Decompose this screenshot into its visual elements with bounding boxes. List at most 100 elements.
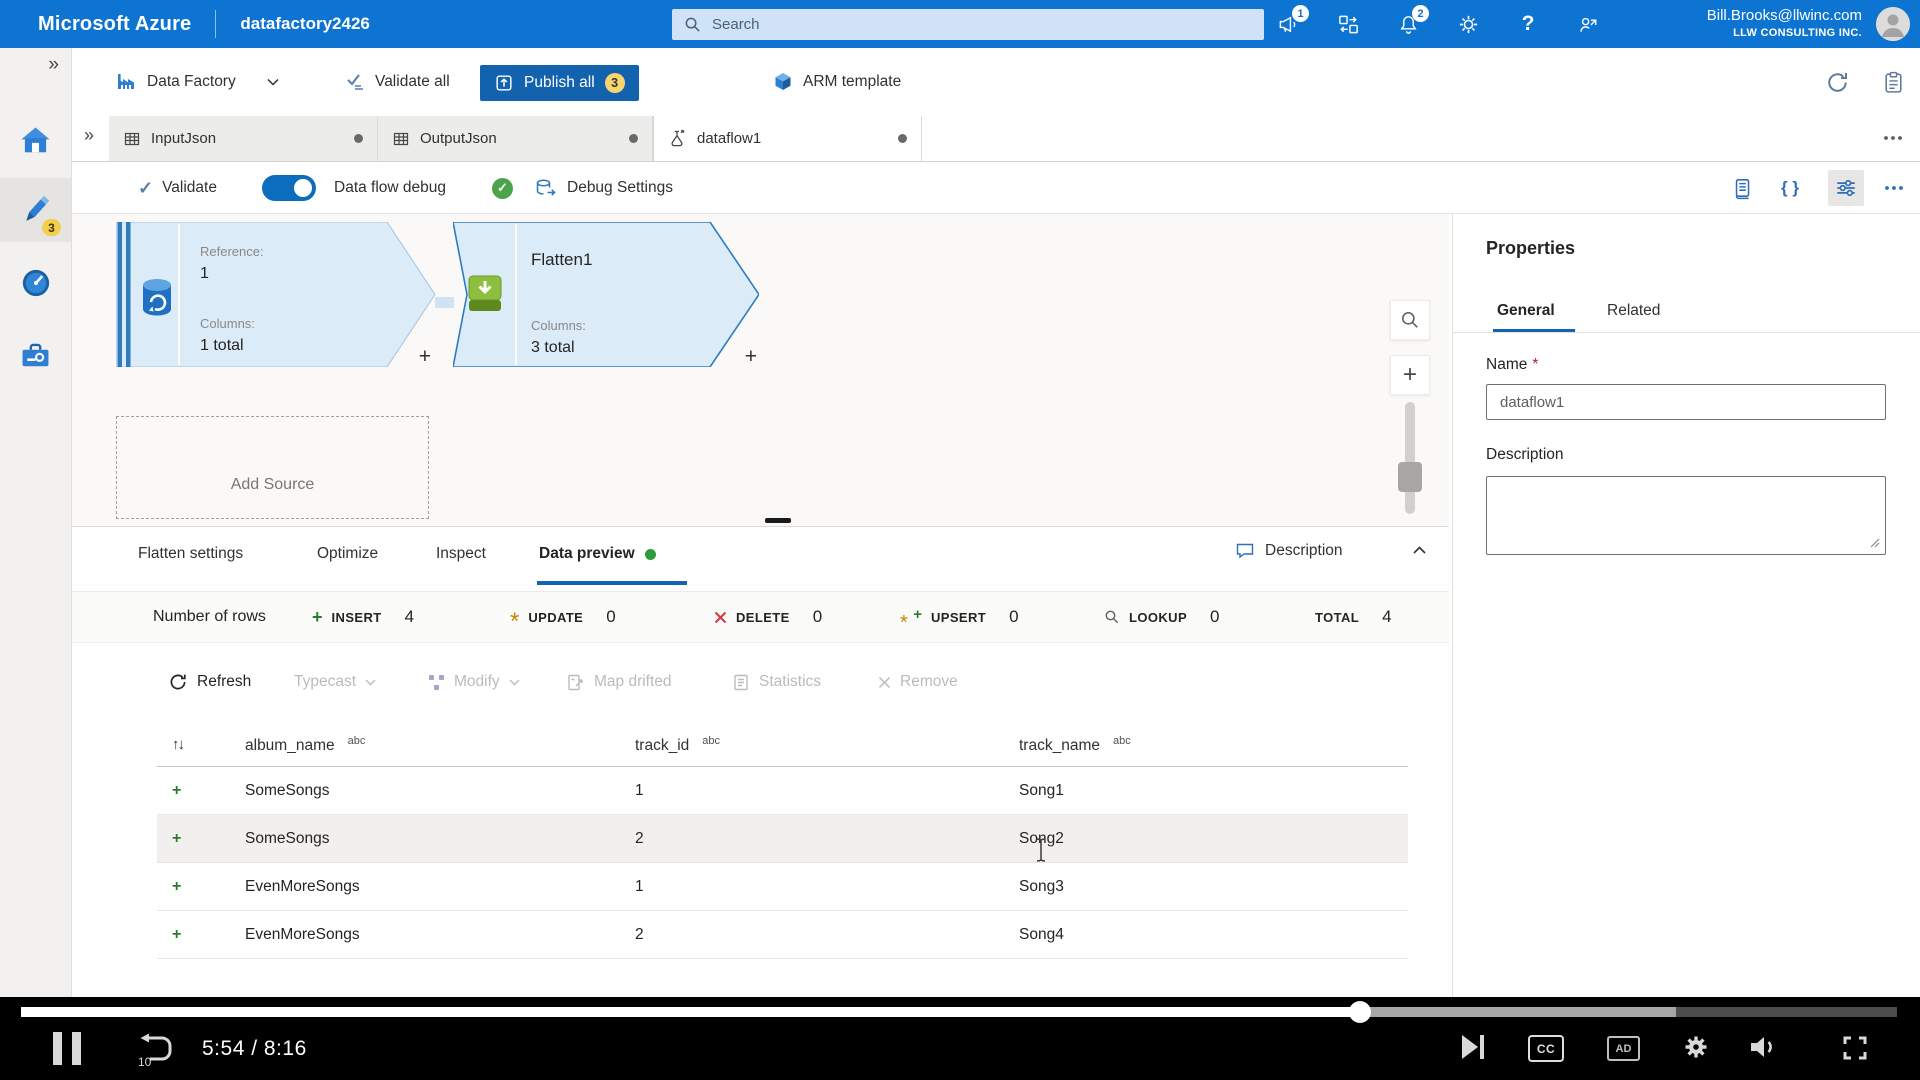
progress-handle[interactable] [1349,1001,1371,1023]
sliders-icon [1834,176,1858,200]
flatten-node[interactable]: Flatten1 Columns: 3 total + [453,222,759,367]
debug-settings-label: Debug Settings [567,179,673,197]
column-header[interactable]: track_id [635,737,689,754]
pause-button[interactable] [53,1032,81,1065]
factory-menu[interactable]: Data Factory [114,48,279,116]
dataset-table-icon [123,130,141,148]
description-button[interactable]: Description [1235,541,1343,560]
remove-x-icon [878,676,891,689]
factory-name[interactable]: datafactory2426 [240,14,369,34]
dataflow-debug-toggle[interactable] [262,175,316,201]
nav-manage[interactable] [0,323,71,387]
tab-inspect[interactable]: Inspect [436,545,486,563]
search-input[interactable] [710,15,1230,34]
expand-tabs-icon[interactable]: » [84,125,94,146]
row-stats-bar: Number of rows + INSERT 4 * UPDATE 0 DEL… [72,591,1449,643]
refresh-button[interactable]: Refresh [168,659,251,705]
audio-description-button[interactable]: AD [1607,1036,1640,1061]
name-input[interactable] [1486,384,1886,420]
clipboard-icon [1881,70,1906,95]
publish-icon [494,73,514,93]
tab-general[interactable]: General [1497,302,1555,320]
rows-count-label: Number of rows [153,592,266,642]
account-info[interactable]: Bill.Brooks@llwinc.com LLW CONSULTING IN… [1707,6,1862,40]
nav-author[interactable]: 3 [0,178,71,242]
expand-rail-icon[interactable]: » [48,54,59,76]
textarea-resize-grip[interactable] [1868,536,1880,548]
unsaved-dot-icon [629,134,638,143]
validate-button[interactable]: ✓ Validate [138,162,217,214]
account-org: LLW CONSULTING INC. [1707,26,1862,40]
description-label: Description [1486,446,1564,464]
add-transform-button[interactable]: + [419,345,431,369]
closed-captions-button[interactable]: CC [1528,1035,1564,1062]
table-row[interactable]: + EvenMoreSongs 1 Song3 [157,863,1408,911]
volume-button[interactable] [1748,1032,1780,1062]
avatar[interactable] [1876,7,1910,41]
insert-row-icon: + [172,782,181,799]
script-button[interactable] [1724,170,1760,206]
tab-outputjson[interactable]: OutputJson [378,116,653,161]
tab-related[interactable]: Related [1607,302,1660,320]
typecast-button[interactable]: Typecast [294,659,376,705]
tab-dataflow1[interactable]: dataflow1 [653,116,922,161]
arm-template-button[interactable]: ARM template [772,48,901,116]
video-progress-bar[interactable] [21,1007,1897,1017]
statistics-button[interactable]: Statistics [732,659,821,705]
sort-icon[interactable]: ↑↓ [172,736,183,753]
player-settings-button[interactable] [1682,1033,1710,1061]
debug-settings-button[interactable]: Debug Settings [534,162,673,214]
table-row[interactable]: + EvenMoreSongs 2 Song4 [157,911,1408,959]
canvas-search-button[interactable] [1390,300,1430,340]
zoom-slider[interactable] [1405,402,1415,514]
tab-label: InputJson [151,130,216,147]
cell-track-id: 2 [635,830,1019,848]
guide-button[interactable] [1881,48,1906,116]
panel-resize-grip[interactable] [765,518,791,523]
tab-flatten-settings[interactable]: Flatten settings [138,545,243,563]
tab-optimize[interactable]: Optimize [317,545,378,563]
collapse-panel-button[interactable] [1412,545,1427,555]
remove-button[interactable]: Remove [878,659,958,705]
add-source-dropzone[interactable]: Add Source [116,416,429,519]
table-row[interactable]: + SomeSongs 1 Song1 [157,767,1408,815]
announcements-button[interactable]: 1 [1276,12,1300,36]
global-search[interactable] [672,9,1264,40]
settings-sliders-button[interactable] [1828,170,1864,206]
help-button[interactable]: ? [1516,12,1540,36]
zoom-slider-handle[interactable] [1398,462,1422,492]
table-row[interactable]: + SomeSongs 2 Song2 [157,815,1408,863]
more-tabs-button[interactable] [1882,131,1904,145]
zoom-in-button[interactable]: + [1390,355,1430,395]
refresh-factory-button[interactable] [1825,48,1850,116]
next-video-button[interactable] [1460,1032,1486,1062]
rewind-10-button[interactable]: 10 [136,1033,174,1069]
column-header[interactable]: album_name [245,737,335,754]
modify-button[interactable]: Modify [428,659,520,705]
progress-played [21,1007,1360,1017]
source-node[interactable]: Reference: 1 Columns: 1 total + [116,222,435,367]
feedback-button[interactable] [1576,12,1600,36]
check-icon: ✓ [138,178,153,199]
script-icon [1730,176,1754,200]
column-header[interactable]: track_name [1019,737,1100,754]
notifications-button[interactable]: 2 [1396,12,1420,36]
nav-home[interactable] [0,108,71,172]
settings-button[interactable] [1456,12,1480,36]
tab-data-preview[interactable]: Data preview [539,545,656,563]
map-drifted-button[interactable]: Map drifted [566,659,672,705]
code-button[interactable]: { } [1772,170,1808,206]
command-bar: Data Factory Validate all Publish all 3 … [72,48,1920,116]
publish-all-button[interactable]: Publish all 3 [480,65,639,101]
directory-switch-button[interactable] [1336,12,1360,36]
tab-inputjson[interactable]: InputJson [109,116,378,161]
description-textarea[interactable] [1486,476,1886,555]
add-transform-button[interactable]: + [745,345,757,369]
validate-all-button[interactable]: Validate all [344,48,450,116]
more-options-button[interactable] [1876,170,1912,206]
fullscreen-button[interactable] [1842,1035,1868,1061]
stat-upsert: *+ UPSERT 0 [902,592,1019,642]
arm-template-icon [772,71,794,93]
nav-monitor[interactable] [0,251,71,315]
azure-brand[interactable]: Microsoft Azure [38,13,191,36]
